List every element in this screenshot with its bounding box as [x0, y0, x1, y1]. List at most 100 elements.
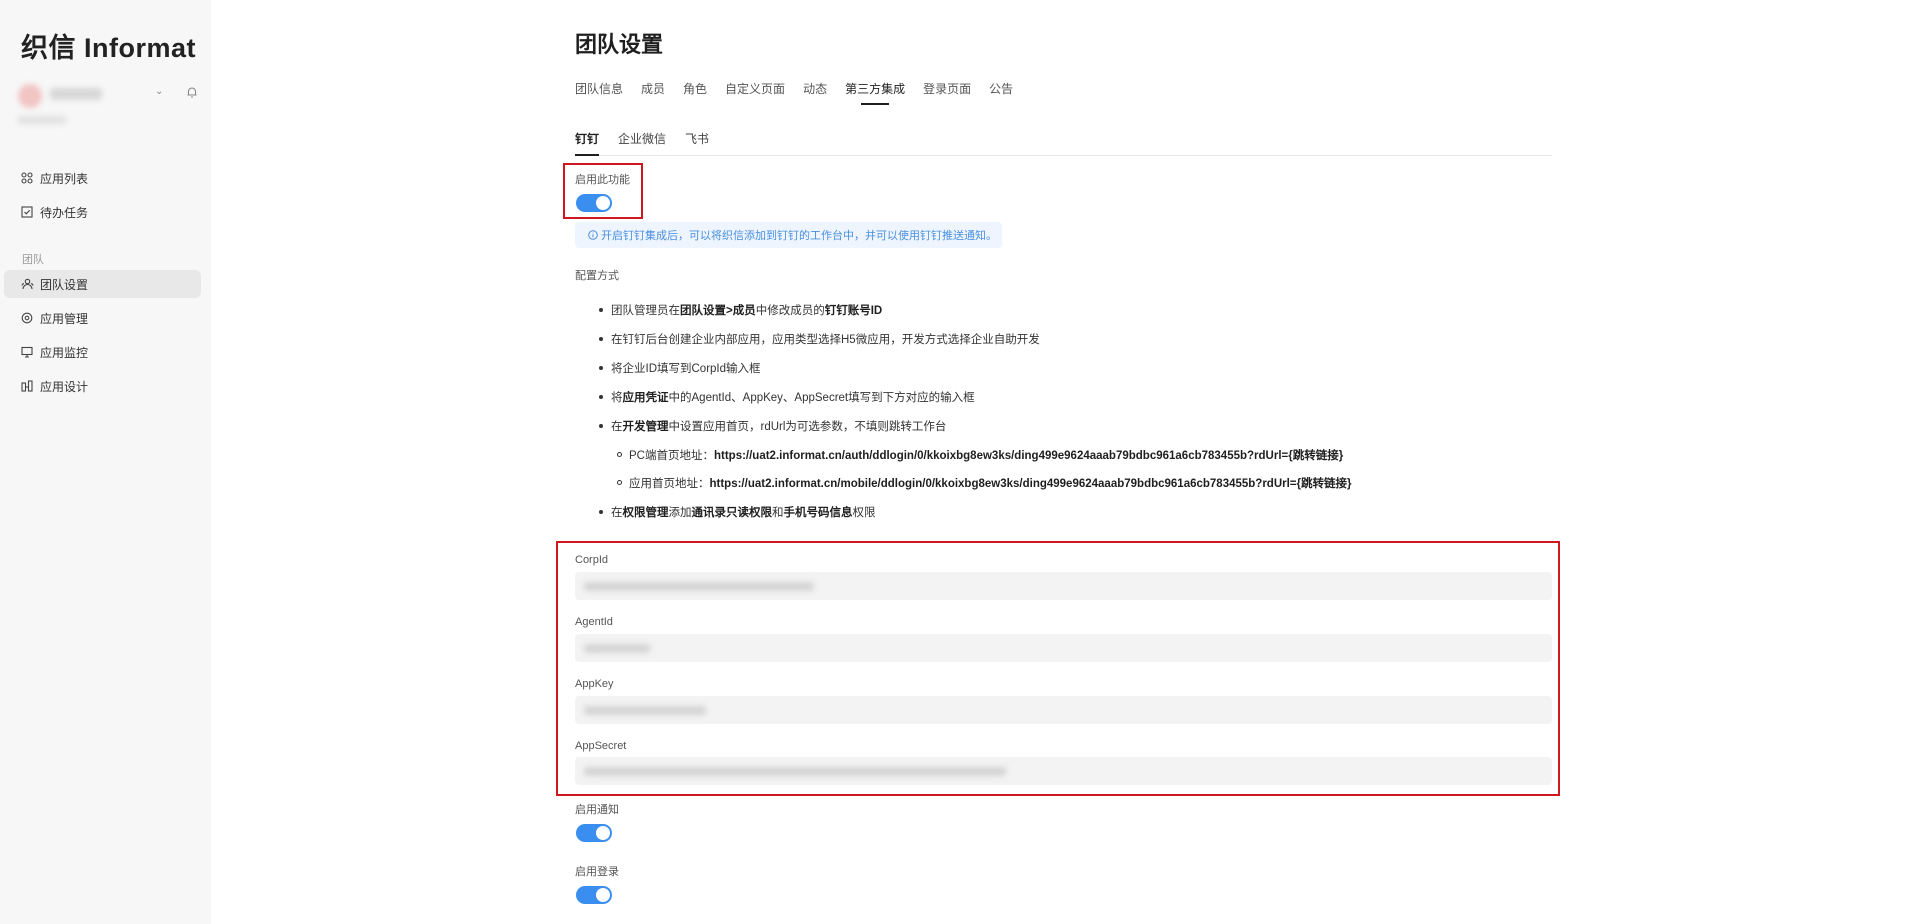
redacted-value	[584, 706, 706, 715]
sidebar-item-label: 团队设置	[40, 277, 89, 292]
sidebar: 织信 Informat ⌄ 应用列表 待办任务 团队 团队设置 应用管理 应用监…	[0, 0, 211, 924]
corpid-input[interactable]	[575, 572, 1552, 600]
bell-icon[interactable]	[185, 85, 199, 99]
info-banner: 开启钉钉集成后，可以将织信添加到钉钉的工作台中，并可以使用钉钉推送通知。	[575, 222, 1002, 248]
tab-roles[interactable]: 角色	[683, 80, 707, 103]
team-avatar	[18, 84, 42, 108]
sidebar-item-app-design[interactable]: 应用设计	[4, 372, 201, 400]
bullet	[617, 480, 622, 485]
enable-notify-label: 启用通知	[575, 804, 619, 816]
grid-icon	[20, 171, 34, 185]
bullet	[599, 424, 603, 428]
chevron-down-icon[interactable]: ⌄	[155, 86, 163, 97]
step-text: 中的AgentId、AppKey、AppSecret填写到下方对应的输入框	[668, 392, 975, 404]
appkey-input[interactable]	[575, 696, 1552, 724]
step-2: 在钉钉后台创建企业内部应用，应用类型选择H5微应用，开发方式选择企业自助开发	[599, 331, 1040, 347]
step-bold: 手机号码信息	[783, 507, 853, 519]
enable-feature-toggle[interactable]	[576, 194, 612, 212]
agentid-input[interactable]	[575, 634, 1552, 662]
agentid-label: AgentId	[575, 616, 613, 628]
corpid-label: CorpId	[575, 554, 609, 566]
bullet	[617, 452, 622, 457]
step-bold: 通讯录只读权限	[691, 507, 773, 519]
step-text: 在	[611, 507, 623, 519]
sidebar-item-todo[interactable]: 待办任务	[4, 198, 201, 226]
gear-icon	[20, 311, 34, 325]
appsecret-input[interactable]	[575, 757, 1552, 785]
integration-subtabs: 钉钉 企业微信 飞书	[575, 130, 1552, 156]
sidebar-item-team-settings[interactable]: 团队设置	[4, 270, 201, 298]
step-bold: 团队设置>成员	[680, 305, 756, 317]
step-text: 将	[611, 392, 623, 404]
redacted-value	[584, 644, 650, 653]
sidebar-item-label: 应用监控	[40, 345, 89, 360]
tab-third-party[interactable]: 第三方集成	[845, 80, 905, 105]
step-text: 中修改成员的	[755, 305, 825, 317]
subtab-dingtalk[interactable]: 钉钉	[575, 130, 600, 156]
team-name-redacted	[50, 88, 102, 100]
checkbox-icon	[20, 205, 34, 219]
design-icon	[20, 379, 34, 393]
subtab-feishu[interactable]: 飞书	[685, 130, 709, 155]
sidebar-section-team: 团队	[22, 254, 44, 266]
enable-login-label: 启用登录	[575, 866, 619, 878]
redacted-value	[584, 767, 1006, 776]
mobile-url[interactable]: https://uat2.informat.cn/mobile/ddlogin/…	[710, 478, 1352, 490]
bullet	[599, 395, 603, 399]
step-text: 权限	[852, 507, 876, 519]
enable-notify-toggle[interactable]	[576, 824, 612, 842]
step-text: 在钉钉后台创建企业内部应用，应用类型选择H5微应用，开发方式选择企业自助开发	[611, 334, 1040, 346]
sidebar-item-label: 应用管理	[40, 311, 89, 326]
step-5-pc-url: PC端首页地址：https://uat2.informat.cn/auth/dd…	[617, 447, 1343, 463]
step-5: 在开发管理中设置应用首页，rdUrl为可选参数，不填则跳转工作台	[599, 418, 947, 434]
team-switcher[interactable]: ⌄	[18, 82, 199, 124]
info-text: 开启钉钉集成后，可以将织信添加到钉钉的工作台中，并可以使用钉钉推送通知。	[601, 230, 997, 242]
tab-team-info[interactable]: 团队信息	[575, 80, 623, 103]
step-text: 在	[611, 421, 623, 433]
team-subtitle-redacted	[18, 116, 66, 124]
sidebar-item-app-monitor[interactable]: 应用监控	[4, 338, 201, 366]
redacted-value	[584, 582, 814, 591]
info-icon	[588, 230, 598, 240]
step-4: 将应用凭证中的AgentId、AppKey、AppSecret填写到下方对应的输…	[599, 389, 975, 405]
sidebar-item-app-management[interactable]: 应用管理	[4, 304, 201, 332]
config-method-label: 配置方式	[575, 270, 619, 282]
bullet	[599, 366, 603, 370]
step-text: 将企业ID填写到CorpId输入框	[611, 363, 761, 375]
subtab-wecom[interactable]: 企业微信	[618, 130, 666, 155]
settings-tabs: 团队信息 成员 角色 自定义页面 动态 第三方集成 登录页面 公告	[575, 80, 1031, 105]
step-text: 应用首页地址：	[629, 478, 710, 490]
step-text: 团队管理员在	[611, 305, 680, 317]
sidebar-item-label: 待办任务	[40, 205, 89, 220]
step-1: 团队管理员在团队设置>成员中修改成员的钉钉账号ID	[599, 302, 883, 318]
step-text: 和	[772, 507, 784, 519]
step-5-mobile-url: 应用首页地址：https://uat2.informat.cn/mobile/d…	[617, 475, 1352, 491]
sidebar-item-label: 应用列表	[40, 171, 89, 186]
monitor-icon	[20, 345, 34, 359]
step-bold: 钉钉账号ID	[824, 305, 883, 317]
bullet	[599, 308, 603, 312]
tab-login-page[interactable]: 登录页面	[923, 80, 971, 103]
bullet	[599, 337, 603, 341]
step-bold: 权限管理	[622, 507, 669, 519]
sidebar-item-label: 应用设计	[40, 379, 89, 394]
step-text: PC端首页地址：	[629, 450, 714, 462]
bullet	[599, 510, 603, 514]
app-logo: 织信 Informat	[21, 33, 197, 63]
page-title: 团队设置	[575, 32, 664, 57]
pc-url[interactable]: https://uat2.informat.cn/auth/ddlogin/0/…	[714, 450, 1343, 462]
enable-login-toggle[interactable]	[576, 886, 612, 904]
step-3: 将企业ID填写到CorpId输入框	[599, 360, 761, 376]
appkey-label: AppKey	[575, 678, 614, 690]
step-6: 在权限管理添加通讯录只读权限和手机号码信息权限	[599, 504, 876, 520]
tab-custom-pages[interactable]: 自定义页面	[725, 80, 785, 103]
tab-announcement[interactable]: 公告	[989, 80, 1013, 103]
enable-feature-label: 启用此功能	[575, 174, 630, 186]
sidebar-item-app-list[interactable]: 应用列表	[4, 164, 201, 192]
tab-members[interactable]: 成员	[641, 80, 665, 103]
step-text: 添加	[668, 507, 692, 519]
tab-activity[interactable]: 动态	[803, 80, 827, 103]
step-bold: 应用凭证	[622, 392, 669, 404]
step-bold: 开发管理	[622, 421, 669, 433]
step-text: 中设置应用首页，rdUrl为可选参数，不填则跳转工作台	[668, 421, 947, 433]
